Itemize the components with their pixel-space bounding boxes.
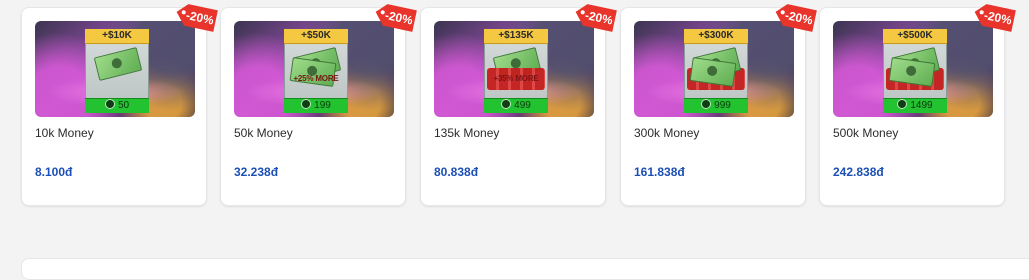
pack-amount-label: +$300K	[684, 29, 748, 44]
discount-tag-icon: -20%	[575, 4, 617, 32]
discount-tag-icon: -20%	[176, 4, 218, 32]
money-pack-graphic: +$135K +35% MORE 499	[484, 29, 548, 113]
next-section-panel	[21, 258, 1029, 280]
product-image: +$135K +35% MORE 499	[434, 21, 594, 117]
robux-cost-value: 1499	[910, 100, 933, 111]
product-image: +$300K 999	[634, 21, 794, 117]
product-card-10k[interactable]: +$10K 50 -20% 10k Money 8.100đ	[21, 4, 218, 206]
product-title: 50k Money	[234, 126, 293, 140]
discount-tag-icon: -20%	[775, 4, 817, 32]
discount-tag-icon: -20%	[375, 4, 417, 32]
robux-cost-value: 499	[514, 100, 531, 111]
product-title: 135k Money	[434, 126, 500, 140]
robux-cost-value: 999	[714, 100, 731, 111]
money-pack-graphic: +$500K 1499	[883, 29, 947, 113]
product-price: 80.838đ	[434, 165, 479, 179]
robux-cost: 1499	[883, 98, 947, 113]
discount-tag-icon: -20%	[974, 4, 1016, 32]
product-card-135k[interactable]: +$135K +35% MORE 499 -20% 135k Money 80.…	[420, 4, 617, 206]
product-title: 10k Money	[35, 126, 94, 140]
robux-cost: 499	[484, 98, 548, 113]
product-image: +$50K +25% MORE 199	[234, 21, 394, 117]
product-price: 32.238đ	[234, 165, 279, 179]
pack-amount-label: +$50K	[284, 29, 348, 44]
robux-icon	[104, 99, 115, 109]
robux-cost: 50	[85, 98, 149, 113]
product-grid: +$10K 50 -20% 10k Money 8.100đ +$50K +25…	[21, 4, 1029, 207]
product-title: 300k Money	[634, 126, 700, 140]
cash-bill-icon	[93, 47, 143, 81]
product-price: 161.838đ	[634, 165, 685, 179]
robux-icon	[501, 99, 512, 109]
product-image: +$10K 50	[35, 21, 195, 117]
robux-cost-value: 199	[314, 100, 331, 111]
product-price: 8.100đ	[35, 165, 73, 179]
robux-cost: 999	[684, 98, 748, 113]
product-card-300k[interactable]: +$300K 999 -20% 300k Money 161.838đ	[620, 4, 817, 206]
pack-amount-label: +$500K	[883, 29, 947, 44]
pack-amount-label: +$10K	[85, 29, 149, 44]
product-price: 242.838đ	[833, 165, 884, 179]
robux-cost: 199	[284, 98, 348, 113]
pack-amount-label: +$135K	[484, 29, 548, 44]
robux-icon	[301, 99, 312, 109]
product-card-500k[interactable]: +$500K 1499 -20% 500k Money 242.838đ	[819, 4, 1016, 206]
money-pack-graphic: +$50K +25% MORE 199	[284, 29, 348, 113]
bonus-label: +35% MORE	[493, 74, 539, 83]
robux-icon	[897, 99, 908, 109]
product-card-50k[interactable]: +$50K +25% MORE 199 -20% 50k Money 32.23…	[220, 4, 417, 206]
money-pack-graphic: +$300K 999	[684, 29, 748, 113]
product-title: 500k Money	[833, 126, 899, 140]
robux-cost-value: 50	[117, 100, 130, 111]
product-image: +$500K 1499	[833, 21, 993, 117]
robux-icon	[701, 99, 712, 109]
money-pack-graphic: +$10K 50	[85, 29, 149, 113]
bonus-label: +25% MORE	[293, 74, 339, 83]
